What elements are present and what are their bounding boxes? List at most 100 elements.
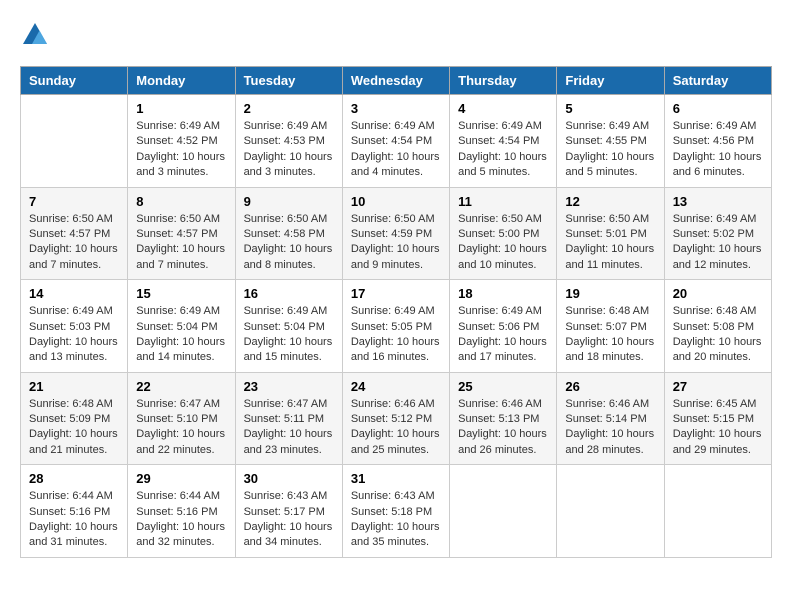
day-info: Sunrise: 6:43 AM Sunset: 5:18 PM Dayligh…	[351, 489, 441, 551]
calendar-cell: 2 Sunrise: 6:49 AM Sunset: 4:53 PM Daylig…	[235, 95, 342, 188]
calendar-body: 1 Sunrise: 6:49 AM Sunset: 4:52 PM Daylig…	[21, 95, 772, 558]
day-number: 30	[244, 471, 334, 486]
day-number: 26	[565, 379, 655, 394]
logo-icon	[20, 20, 50, 50]
day-number: 19	[565, 286, 655, 301]
calendar-cell: 13 Sunrise: 6:49 AM Sunset: 5:02 PM Dayli…	[664, 187, 771, 280]
day-number: 10	[351, 194, 441, 209]
calendar-cell: 12Sunrise: 6:50 AM Sunset: 5:01 PM Dayli…	[557, 187, 664, 280]
day-info: Sunrise: 6:50 AM Sunset: 4:58 PM Dayligh…	[244, 212, 334, 274]
day-number: 24	[351, 379, 441, 394]
calendar-cell: 19 Sunrise: 6:48 AM Sunset: 5:07 PM Dayli…	[557, 280, 664, 373]
day-number: 17	[351, 286, 441, 301]
day-info: Sunrise: 6:49 AM Sunset: 5:05 PM Dayligh…	[351, 304, 441, 366]
day-number: 21	[29, 379, 119, 394]
day-info: Sunrise: 6:49 AM Sunset: 5:03 PM Dayligh…	[29, 304, 119, 366]
calendar-cell	[21, 95, 128, 188]
calendar-cell: 7Sunrise: 6:50 AM Sunset: 4:57 PM Daylig…	[21, 187, 128, 280]
calendar-cell: 16 Sunrise: 6:49 AM Sunset: 5:04 PM Dayli…	[235, 280, 342, 373]
day-number: 7	[29, 194, 119, 209]
day-number: 2	[244, 101, 334, 116]
day-info: Sunrise: 6:49 AM Sunset: 4:54 PM Dayligh…	[351, 119, 441, 181]
calendar-cell: 28 Sunrise: 6:44 AM Sunset: 5:16 PM Dayli…	[21, 465, 128, 558]
day-info: Sunrise: 6:49 AM Sunset: 5:06 PM Dayligh…	[458, 304, 548, 366]
header-day-friday: Friday	[557, 67, 664, 95]
day-info: Sunrise: 6:46 AM Sunset: 5:14 PM Dayligh…	[565, 397, 655, 459]
day-info: Sunrise: 6:49 AM Sunset: 5:02 PM Dayligh…	[673, 212, 763, 274]
header-day-monday: Monday	[128, 67, 235, 95]
calendar-cell: 31 Sunrise: 6:43 AM Sunset: 5:18 PM Dayli…	[342, 465, 449, 558]
day-info: Sunrise: 6:49 AM Sunset: 4:55 PM Dayligh…	[565, 119, 655, 181]
day-number: 11	[458, 194, 548, 209]
day-info: Sunrise: 6:49 AM Sunset: 4:54 PM Dayligh…	[458, 119, 548, 181]
day-info: Sunrise: 6:50 AM Sunset: 4:59 PM Dayligh…	[351, 212, 441, 274]
day-info: Sunrise: 6:50 AM Sunset: 5:00 PM Dayligh…	[458, 212, 548, 274]
week-row-1: 1 Sunrise: 6:49 AM Sunset: 4:52 PM Daylig…	[21, 95, 772, 188]
day-info: Sunrise: 6:49 AM Sunset: 4:53 PM Dayligh…	[244, 119, 334, 181]
day-number: 8	[136, 194, 226, 209]
calendar-cell: 9 Sunrise: 6:50 AM Sunset: 4:58 PM Daylig…	[235, 187, 342, 280]
calendar-cell	[664, 465, 771, 558]
header-day-saturday: Saturday	[664, 67, 771, 95]
day-number: 31	[351, 471, 441, 486]
header-day-thursday: Thursday	[450, 67, 557, 95]
day-number: 6	[673, 101, 763, 116]
calendar-cell: 23 Sunrise: 6:47 AM Sunset: 5:11 PM Dayli…	[235, 372, 342, 465]
day-info: Sunrise: 6:50 AM Sunset: 4:57 PM Dayligh…	[136, 212, 226, 274]
day-number: 13	[673, 194, 763, 209]
day-info: Sunrise: 6:49 AM Sunset: 4:52 PM Dayligh…	[136, 119, 226, 181]
calendar-cell: 17 Sunrise: 6:49 AM Sunset: 5:05 PM Dayli…	[342, 280, 449, 373]
day-number: 16	[244, 286, 334, 301]
header-day-sunday: Sunday	[21, 67, 128, 95]
day-info: Sunrise: 6:46 AM Sunset: 5:12 PM Dayligh…	[351, 397, 441, 459]
week-row-3: 14 Sunrise: 6:49 AM Sunset: 5:03 PM Dayli…	[21, 280, 772, 373]
day-number: 15	[136, 286, 226, 301]
day-info: Sunrise: 6:47 AM Sunset: 5:11 PM Dayligh…	[244, 397, 334, 459]
day-info: Sunrise: 6:43 AM Sunset: 5:17 PM Dayligh…	[244, 489, 334, 551]
calendar-cell: 4 Sunrise: 6:49 AM Sunset: 4:54 PM Daylig…	[450, 95, 557, 188]
header-day-tuesday: Tuesday	[235, 67, 342, 95]
calendar-cell: 14 Sunrise: 6:49 AM Sunset: 5:03 PM Dayli…	[21, 280, 128, 373]
calendar-cell: 5Sunrise: 6:49 AM Sunset: 4:55 PM Daylig…	[557, 95, 664, 188]
day-number: 25	[458, 379, 548, 394]
header-day-wednesday: Wednesday	[342, 67, 449, 95]
calendar-cell: 21 Sunrise: 6:48 AM Sunset: 5:09 PM Dayli…	[21, 372, 128, 465]
day-info: Sunrise: 6:48 AM Sunset: 5:07 PM Dayligh…	[565, 304, 655, 366]
calendar-cell: 6Sunrise: 6:49 AM Sunset: 4:56 PM Daylig…	[664, 95, 771, 188]
week-row-4: 21 Sunrise: 6:48 AM Sunset: 5:09 PM Dayli…	[21, 372, 772, 465]
calendar-cell: 15Sunrise: 6:49 AM Sunset: 5:04 PM Dayli…	[128, 280, 235, 373]
calendar-cell: 24 Sunrise: 6:46 AM Sunset: 5:12 PM Dayli…	[342, 372, 449, 465]
calendar-cell: 25 Sunrise: 6:46 AM Sunset: 5:13 PM Dayli…	[450, 372, 557, 465]
calendar-cell: 8 Sunrise: 6:50 AM Sunset: 4:57 PM Daylig…	[128, 187, 235, 280]
header-row: SundayMondayTuesdayWednesdayThursdayFrid…	[21, 67, 772, 95]
week-row-2: 7 Sunrise: 6:50 AM Sunset: 4:57 PM Daylig…	[21, 187, 772, 280]
calendar-cell: 1 Sunrise: 6:49 AM Sunset: 4:52 PM Daylig…	[128, 95, 235, 188]
day-info: Sunrise: 6:47 AM Sunset: 5:10 PM Dayligh…	[136, 397, 226, 459]
day-info: Sunrise: 6:46 AM Sunset: 5:13 PM Dayligh…	[458, 397, 548, 459]
calendar-cell	[450, 465, 557, 558]
day-number: 27	[673, 379, 763, 394]
page-header	[20, 20, 772, 50]
day-number: 14	[29, 286, 119, 301]
day-info: Sunrise: 6:44 AM Sunset: 5:16 PM Dayligh…	[29, 489, 119, 551]
day-number: 12	[565, 194, 655, 209]
day-info: Sunrise: 6:44 AM Sunset: 5:16 PM Dayligh…	[136, 489, 226, 551]
day-number: 9	[244, 194, 334, 209]
calendar-table: SundayMondayTuesdayWednesdayThursdayFrid…	[20, 66, 772, 558]
day-number: 20	[673, 286, 763, 301]
day-info: Sunrise: 6:48 AM Sunset: 5:08 PM Dayligh…	[673, 304, 763, 366]
calendar-cell: 20 Sunrise: 6:48 AM Sunset: 5:08 PM Dayli…	[664, 280, 771, 373]
calendar-cell: 3Sunrise: 6:49 AM Sunset: 4:54 PM Daylig…	[342, 95, 449, 188]
week-row-5: 28 Sunrise: 6:44 AM Sunset: 5:16 PM Dayli…	[21, 465, 772, 558]
calendar-cell: 29Sunrise: 6:44 AM Sunset: 5:16 PM Dayli…	[128, 465, 235, 558]
day-number: 23	[244, 379, 334, 394]
day-number: 22	[136, 379, 226, 394]
day-number: 28	[29, 471, 119, 486]
day-info: Sunrise: 6:48 AM Sunset: 5:09 PM Dayligh…	[29, 397, 119, 459]
day-info: Sunrise: 6:45 AM Sunset: 5:15 PM Dayligh…	[673, 397, 763, 459]
day-number: 1	[136, 101, 226, 116]
day-number: 4	[458, 101, 548, 116]
calendar-cell: 11 Sunrise: 6:50 AM Sunset: 5:00 PM Dayli…	[450, 187, 557, 280]
day-info: Sunrise: 6:49 AM Sunset: 5:04 PM Dayligh…	[244, 304, 334, 366]
calendar-cell: 30 Sunrise: 6:43 AM Sunset: 5:17 PM Dayli…	[235, 465, 342, 558]
